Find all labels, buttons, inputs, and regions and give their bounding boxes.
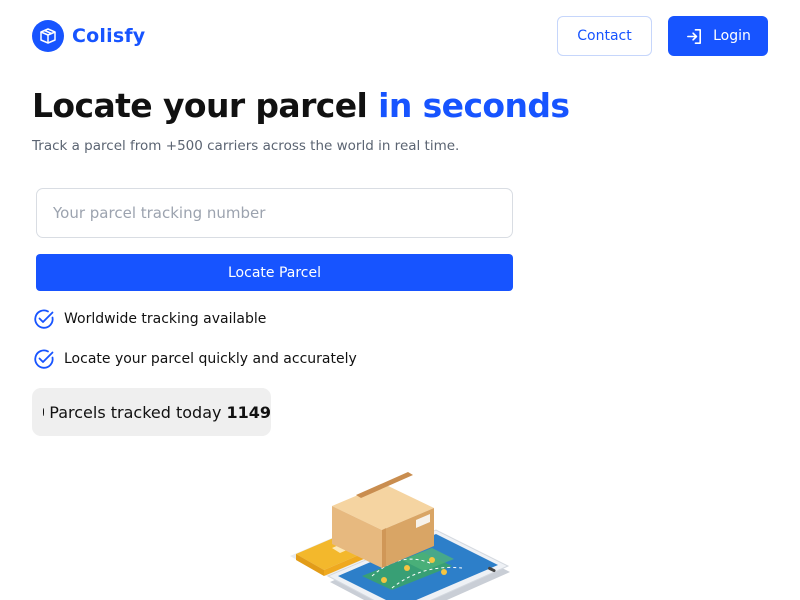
parcel-map-illustration — [290, 472, 510, 600]
contact-button[interactable]: Contact — [557, 16, 652, 56]
counter-label: Parcels tracked today — [49, 402, 222, 422]
counter-value: 1149 — [226, 402, 271, 422]
login-button[interactable]: Login — [668, 16, 768, 56]
brand-logo[interactable]: Colisfy — [32, 20, 145, 52]
feature-label: Worldwide tracking available — [64, 311, 267, 327]
feature-label: Locate your parcel quickly and accuratel… — [64, 351, 357, 367]
check-circle-icon — [34, 349, 54, 369]
tracking-number-input[interactable] — [36, 188, 513, 238]
login-label: Login — [713, 28, 751, 44]
check-circle-icon — [34, 309, 54, 329]
feature-item-worldwide: Worldwide tracking available — [33, 308, 266, 330]
brand-name: Colisfy — [72, 25, 146, 47]
title-accent: in seconds — [378, 86, 570, 125]
locate-parcel-button[interactable]: Locate Parcel — [36, 254, 513, 291]
feature-item-accurate: Locate your parcel quickly and accuratel… — [33, 348, 357, 370]
parcels-tracked-counter: Parcels tracked today 1149 — [32, 388, 271, 436]
login-icon — [687, 28, 702, 44]
status-dot-icon — [43, 408, 45, 416]
page-subtitle: Track a parcel from +500 carriers across… — [32, 138, 460, 154]
page-title: Locate your parcel in seconds — [32, 86, 570, 125]
title-main: Locate your parcel — [32, 86, 368, 125]
box-logo-icon — [32, 20, 64, 52]
